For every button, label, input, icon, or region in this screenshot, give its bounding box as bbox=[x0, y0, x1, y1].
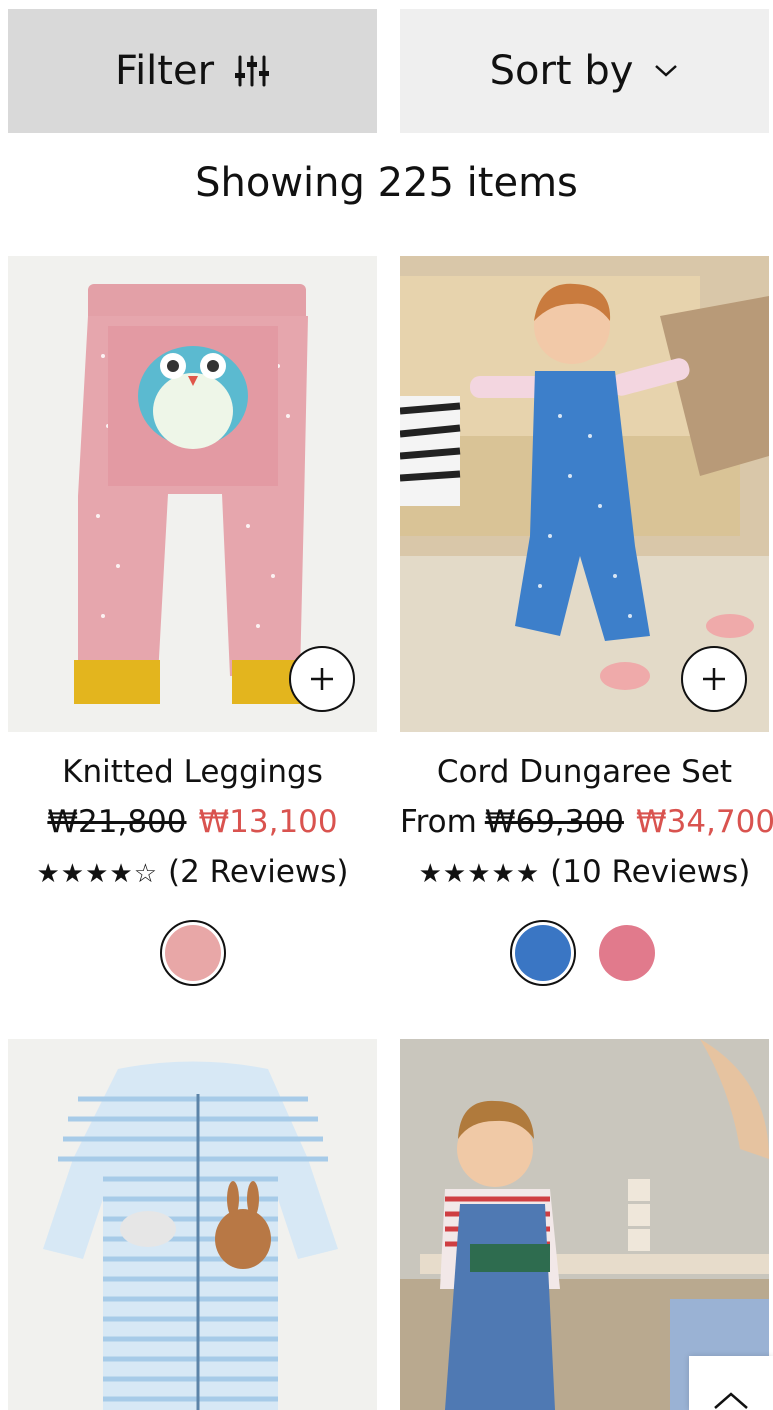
product-image[interactable] bbox=[8, 256, 377, 732]
filter-sliders-icon bbox=[234, 53, 270, 89]
star-rating-icon: ★★★★★ bbox=[418, 859, 541, 889]
product-card[interactable]: Knitted Leggings ₩21,800 ₩13,100 ★★★★☆ (2 … bbox=[8, 256, 377, 996]
product-image[interactable] bbox=[400, 256, 769, 732]
filter-button[interactable]: Filter bbox=[8, 9, 377, 133]
color-swatch[interactable] bbox=[509, 920, 576, 986]
star-rating-icon: ★★★★☆ bbox=[36, 859, 158, 889]
review-count: (10 Reviews) bbox=[550, 854, 751, 890]
toolbar: Filter Sort by bbox=[8, 9, 769, 133]
product-price: ₩21,800 ₩13,100 bbox=[8, 804, 377, 840]
filter-label: Filter bbox=[114, 48, 215, 94]
product-price: From ₩69,300 ₩34,700 bbox=[400, 804, 773, 840]
product-card[interactable] bbox=[400, 1039, 769, 1410]
sort-by-button[interactable]: Sort by bbox=[400, 9, 769, 133]
price-prefix: From bbox=[400, 804, 477, 840]
chevron-down-icon bbox=[653, 63, 679, 79]
color-swatches bbox=[400, 920, 769, 986]
sort-label: Sort by bbox=[489, 48, 634, 94]
color-swatch[interactable] bbox=[594, 920, 660, 986]
product-card[interactable] bbox=[8, 1039, 377, 1410]
plus-icon bbox=[311, 668, 333, 690]
color-swatch[interactable] bbox=[159, 920, 226, 986]
add-to-bag-button[interactable] bbox=[289, 646, 355, 712]
original-price: ₩69,300 bbox=[484, 804, 624, 840]
review-count: (2 Reviews) bbox=[168, 854, 349, 890]
original-price: ₩21,800 bbox=[47, 804, 187, 840]
results-count: Showing 225 items bbox=[195, 160, 578, 206]
product-rating[interactable]: ★★★★★ (10 Reviews) bbox=[400, 854, 769, 890]
scroll-to-top-button[interactable] bbox=[689, 1356, 773, 1410]
product-title[interactable]: Cord Dungaree Set bbox=[400, 754, 769, 790]
sale-price: ₩34,700 bbox=[635, 804, 773, 840]
product-card[interactable]: Cord Dungaree Set From ₩69,300 ₩34,700 ★★★… bbox=[400, 256, 773, 996]
product-title[interactable]: Knitted Leggings bbox=[8, 754, 377, 790]
sale-price: ₩13,100 bbox=[198, 804, 338, 840]
product-image[interactable] bbox=[400, 1039, 769, 1410]
color-swatches bbox=[8, 920, 377, 986]
product-rating[interactable]: ★★★★☆ (2 Reviews) bbox=[8, 854, 377, 890]
chevron-up-icon bbox=[714, 1392, 748, 1409]
plus-icon bbox=[703, 668, 725, 690]
add-to-bag-button[interactable] bbox=[681, 646, 747, 712]
product-image[interactable] bbox=[8, 1039, 377, 1410]
